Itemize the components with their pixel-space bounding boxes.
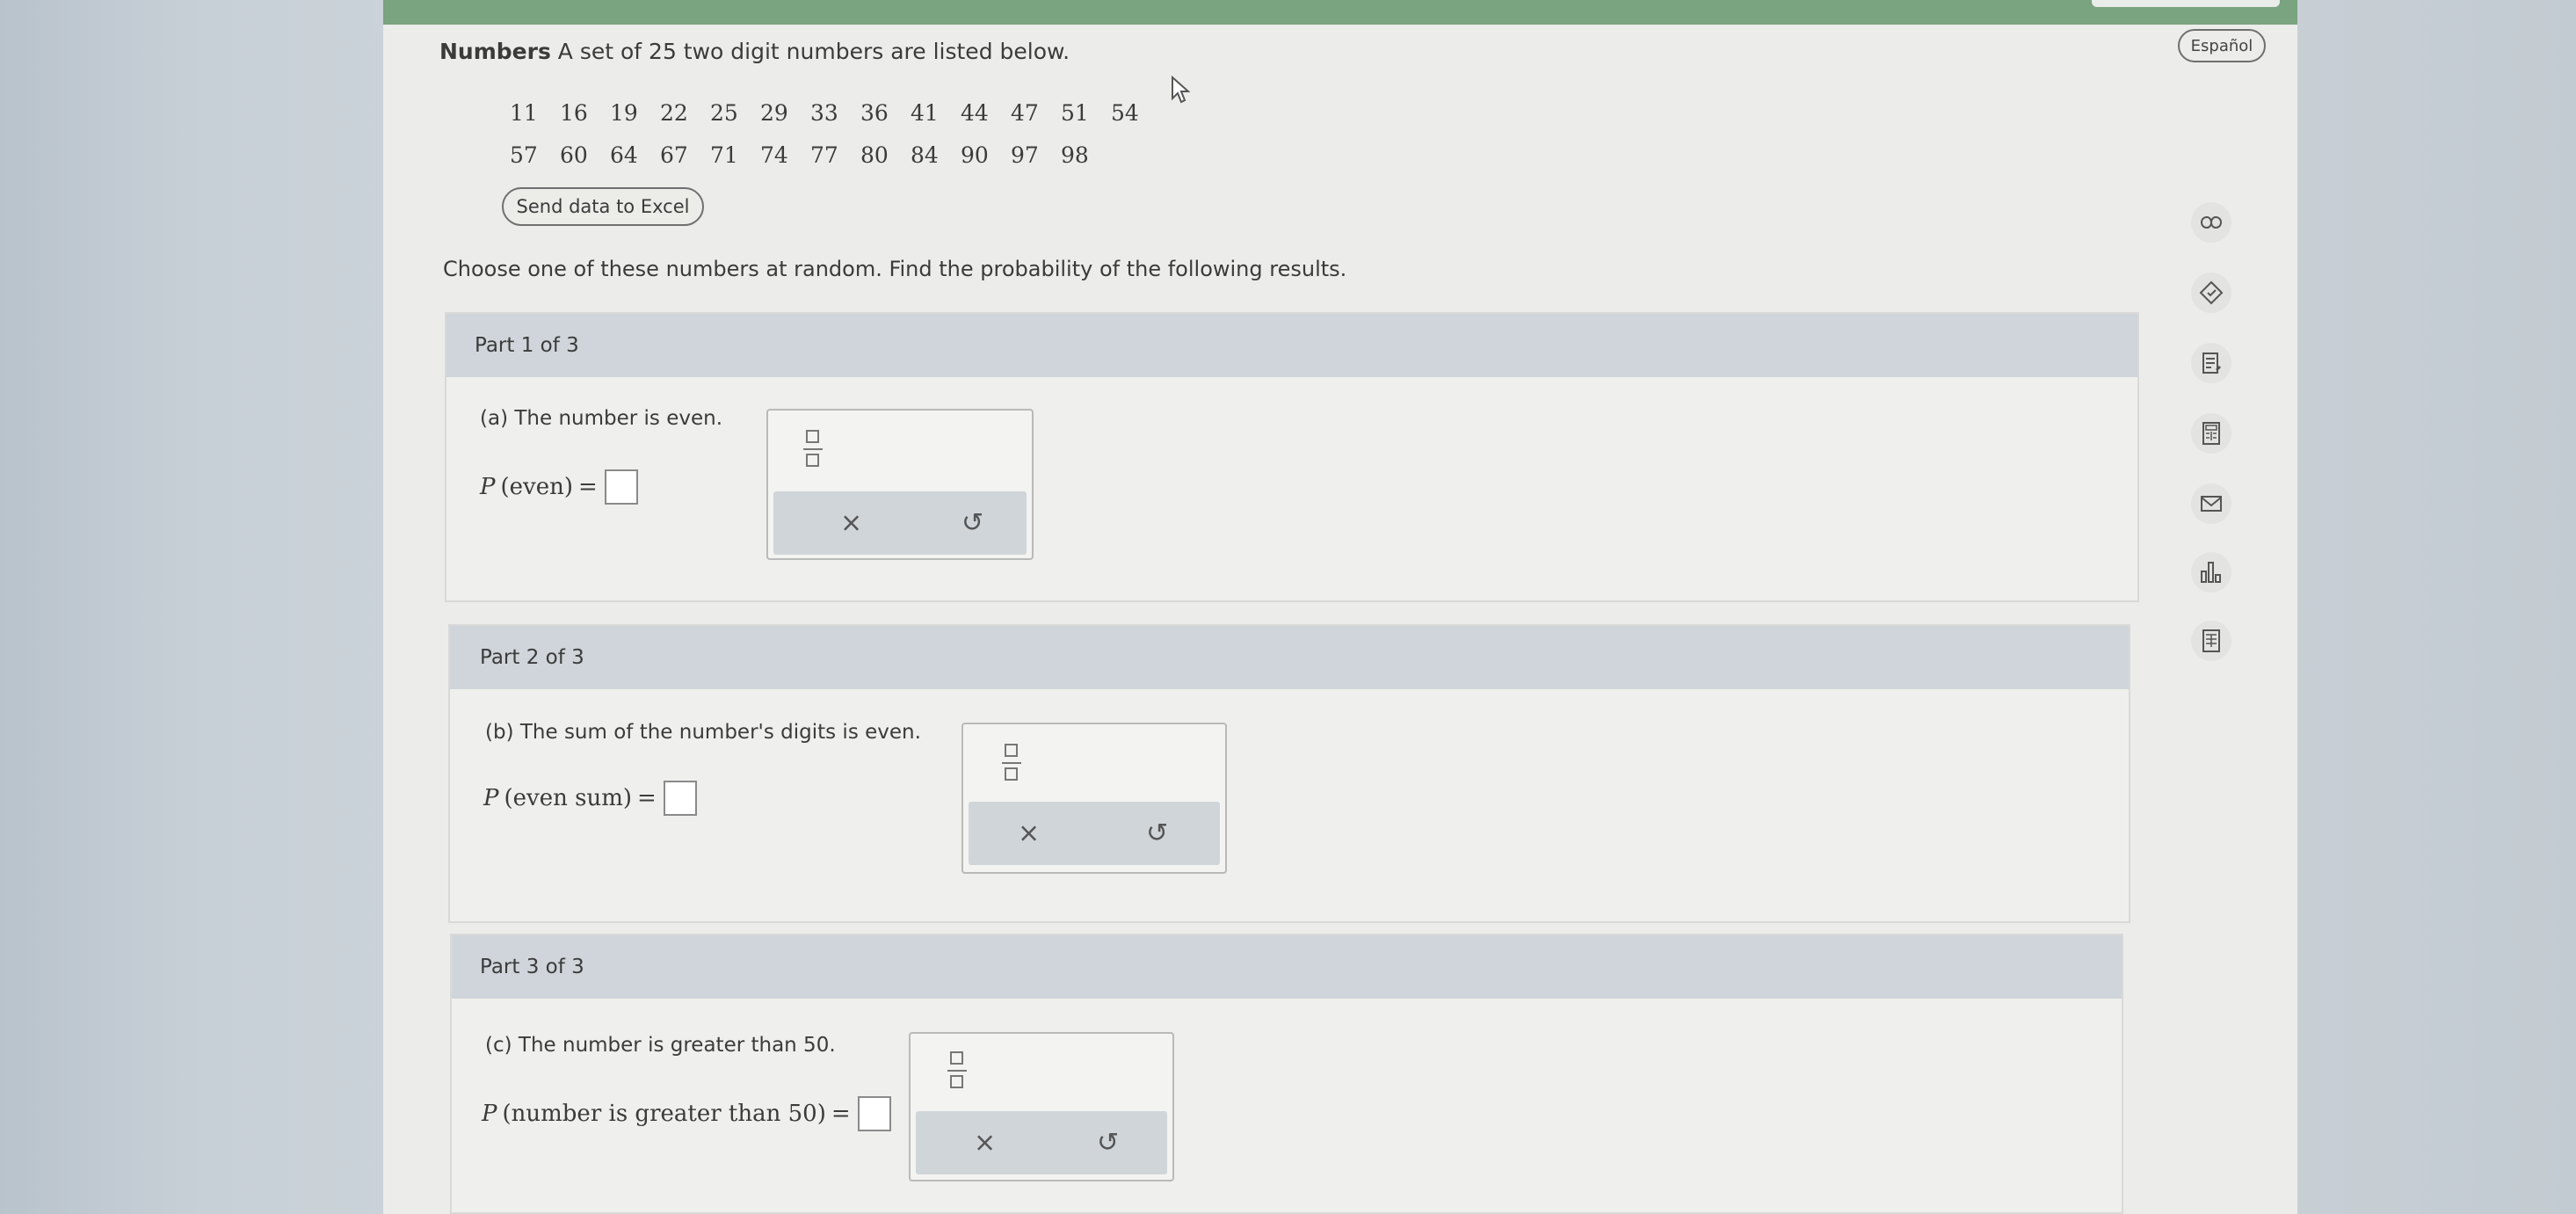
number-cell: 80 [860, 142, 889, 168]
undo-icon[interactable]: ↺ [961, 508, 983, 539]
prob-symbol: P [483, 785, 499, 811]
number-cell: 57 [510, 142, 538, 168]
number-cell: 16 [560, 100, 588, 126]
part-2-question: (b) The sum of the number's digits is ev… [485, 721, 921, 744]
number-cell: 90 [961, 142, 989, 168]
number-cell: 77 [810, 142, 838, 168]
number-cell: 11 [510, 100, 538, 126]
math-toolbox-part-2: × ↺ [961, 723, 1227, 874]
intro-text: A set of 25 two digit numbers are listed… [557, 39, 1070, 64]
instructions: Choose one of these numbers at random. F… [443, 257, 1347, 281]
answer-input-part-2[interactable] [663, 781, 697, 816]
fraction-icon[interactable] [1002, 744, 1021, 782]
toolbox-actions: × ↺ [969, 802, 1220, 865]
mail-icon[interactable] [2191, 483, 2231, 524]
numbers-row-1: 11 16 19 22 25 29 33 36 41 44 47 51 54 [510, 100, 1161, 126]
part-1-probability: P (even) = [480, 469, 638, 505]
fraction-icon[interactable] [803, 430, 823, 469]
tag-icon[interactable] [2191, 273, 2231, 313]
toolbox-actions: × ↺ [916, 1111, 1167, 1174]
chart-icon[interactable] [2191, 552, 2231, 592]
part-3-panel: Part 3 of 3 [450, 934, 2123, 1214]
number-cell: 74 [760, 142, 788, 168]
toolbox-actions: × ↺ [773, 491, 1027, 555]
prob-argument: (even sum) [504, 785, 633, 811]
intro-label: Numbers [439, 39, 551, 64]
equals-sign: = [637, 785, 657, 811]
fraction-icon[interactable] [947, 1051, 967, 1090]
equals-sign: = [831, 1101, 851, 1127]
number-cell: 84 [911, 142, 939, 168]
cursor-icon [1172, 76, 1190, 104]
part-3-question: (c) The number is greater than 50. [485, 1034, 836, 1057]
number-cell: 41 [911, 100, 939, 126]
math-toolbox-part-1: × ↺ [766, 409, 1034, 560]
number-cell: 36 [860, 100, 889, 126]
prob-symbol: P [480, 474, 496, 500]
part-2-header: Part 2 of 3 [450, 626, 2129, 689]
number-cell: 25 [710, 100, 738, 126]
clear-icon[interactable]: × [1018, 818, 1040, 849]
number-cell: 97 [1011, 142, 1039, 168]
infinity-icon[interactable] [2191, 202, 2231, 243]
notes-icon[interactable] [2191, 343, 2231, 383]
number-cell: 98 [1061, 142, 1089, 168]
top-bar-tab [2092, 0, 2280, 7]
number-cell: 44 [961, 100, 989, 126]
number-cell: 47 [1011, 100, 1039, 126]
answer-input-part-3[interactable] [857, 1096, 891, 1131]
number-cell: 19 [610, 100, 638, 126]
numbers-row-2: 57 60 64 67 71 74 77 80 84 90 97 98 [510, 142, 1111, 168]
undo-icon[interactable]: ↺ [1146, 818, 1168, 849]
part-1-panel: Part 1 of 3 [445, 312, 2139, 602]
number-cell: 71 [710, 142, 738, 168]
language-button[interactable]: Español [2178, 29, 2266, 62]
clear-icon[interactable]: × [974, 1128, 996, 1159]
equals-sign: = [578, 474, 598, 500]
number-cell: 54 [1111, 100, 1139, 126]
table-icon[interactable] [2191, 621, 2231, 661]
number-cell: 51 [1061, 100, 1089, 126]
answer-input-part-1[interactable] [604, 469, 638, 505]
part-2-panel: Part 2 of 3 [448, 624, 2130, 923]
number-cell: 29 [760, 100, 788, 126]
part-1-question: (a) The number is even. [480, 407, 722, 430]
part-3-header: Part 3 of 3 [452, 935, 2122, 999]
calculator-icon[interactable] [2191, 413, 2231, 454]
problem-intro: Numbers A set of 25 two digit numbers ar… [439, 39, 1070, 64]
send-to-excel-button[interactable]: Send data to Excel [502, 187, 704, 226]
prob-argument: (even) [500, 474, 574, 500]
part-3-probability: P (number is greater than 50) = [482, 1096, 891, 1131]
number-cell: 33 [810, 100, 838, 126]
prob-symbol: P [482, 1101, 497, 1127]
undo-icon[interactable]: ↺ [1097, 1128, 1119, 1159]
number-cell: 64 [610, 142, 638, 168]
part-1-header: Part 1 of 3 [446, 314, 2137, 377]
math-toolbox-part-3: × ↺ [909, 1032, 1174, 1181]
clear-icon[interactable]: × [840, 508, 862, 539]
number-cell: 22 [660, 100, 688, 126]
number-cell: 60 [560, 142, 588, 168]
prob-argument: (number is greater than 50) [502, 1101, 826, 1127]
part-2-probability: P (even sum) = [483, 781, 697, 816]
top-bar [383, 0, 2297, 25]
number-cell: 67 [660, 142, 688, 168]
